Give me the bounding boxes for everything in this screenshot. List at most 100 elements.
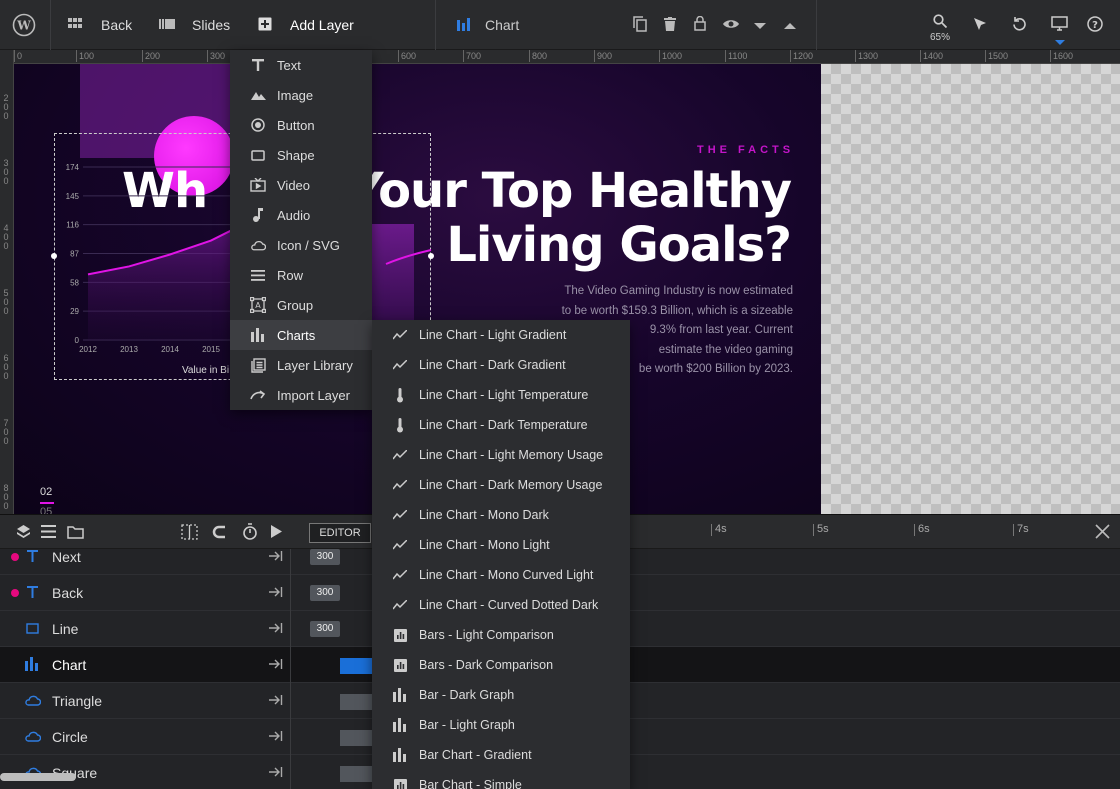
layers-icon[interactable] <box>16 524 31 544</box>
chart-template-item[interactable]: Line Chart - Curved Dotted Dark <box>372 590 630 620</box>
chart-template-item[interactable]: Line Chart - Dark Gradient <box>372 350 630 380</box>
collapse-arrow-icon[interactable] <box>268 611 283 647</box>
chart-template-label: Line Chart - Dark Gradient <box>419 358 566 372</box>
collapse-arrow-icon[interactable] <box>268 719 283 755</box>
chart-template-item[interactable]: Bars - Dark Comparison <box>372 650 630 680</box>
timeline-tick: 6s <box>914 524 930 536</box>
add-layer-button[interactable]: Add Layer <box>258 0 354 50</box>
help-button[interactable]: ? <box>1087 0 1103 50</box>
layer-name: Square <box>52 755 97 789</box>
resize-handle-right[interactable] <box>428 253 434 259</box>
add-layer-item-layer-library[interactable]: Layer Library <box>230 350 372 380</box>
start-time-badge[interactable]: 300 <box>310 621 340 637</box>
add-layer-item-group[interactable]: A Group <box>230 290 372 320</box>
svg-text:W: W <box>16 19 31 33</box>
timeline-clip[interactable] <box>340 766 374 782</box>
collapse-arrow-icon[interactable] <box>268 683 283 719</box>
ruler-tick: 3 0 0 <box>3 158 9 186</box>
slides-button[interactable]: Slides <box>159 0 230 50</box>
timer-icon[interactable] <box>242 523 258 545</box>
magnet-icon[interactable] <box>212 524 228 545</box>
chart-template-item[interactable]: Bars - Light Comparison <box>372 620 630 650</box>
add-layer-item-import-layer[interactable]: Import Layer <box>230 380 372 410</box>
chart-template-item[interactable]: Line Chart - Mono Dark <box>372 500 630 530</box>
facts-label[interactable]: THE FACTS <box>697 144 794 156</box>
charts-submenu: Line Chart - Light Gradient Line Chart - … <box>372 320 630 789</box>
chart-template-item[interactable]: Line Chart - Dark Temperature <box>372 410 630 440</box>
zoom-control[interactable]: 65% <box>926 14 954 43</box>
chart-template-item[interactable]: Line Chart - Dark Memory Usage <box>372 470 630 500</box>
y-tick-label: 58 <box>70 278 79 287</box>
resize-handle-left[interactable] <box>51 253 57 259</box>
bar-chart-icon <box>392 748 408 762</box>
chart-template-item[interactable]: Line Chart - Mono Curved Light <box>372 560 630 590</box>
chart-template-item[interactable]: Line Chart - Light Memory Usage <box>372 440 630 470</box>
chart-template-label: Bars - Light Comparison <box>419 628 554 642</box>
chart-template-item[interactable]: Bar - Dark Graph <box>372 680 630 710</box>
timeline-clip[interactable] <box>340 730 374 746</box>
chart-template-item[interactable]: Bar Chart - Gradient <box>372 740 630 770</box>
add-layer-item-shape[interactable]: Shape <box>230 140 372 170</box>
add-layer-item-icon-svg[interactable]: Icon / SVG <box>230 230 372 260</box>
ruler-tick: 1100 <box>725 50 747 62</box>
editor-button[interactable]: EDITOR <box>309 523 371 543</box>
ruler-tick: 1600 <box>1050 50 1073 62</box>
collapse-arrow-icon[interactable] <box>268 755 283 789</box>
lock-button[interactable] <box>694 0 706 50</box>
bar-chart-icon <box>392 688 408 702</box>
timeline-tick: 5s <box>813 524 829 536</box>
ruler-tick: 1200 <box>790 50 813 62</box>
video-icon <box>250 177 266 193</box>
shape-icon <box>250 147 266 163</box>
add-layer-item-text[interactable]: Text <box>230 50 372 80</box>
cloud-icon <box>250 237 266 253</box>
horizontal-scrollbar[interactable] <box>0 773 76 781</box>
y-tick-label: 145 <box>66 192 80 201</box>
add-layer-item-video[interactable]: Video <box>230 170 372 200</box>
slide-number[interactable]: 02 05 <box>40 486 54 514</box>
undo-button[interactable] <box>1012 0 1027 50</box>
start-time-badge[interactable]: 300 <box>310 549 340 565</box>
play-icon[interactable] <box>271 525 282 543</box>
zoom-icon <box>933 14 948 29</box>
chart-template-item[interactable]: Bar Chart - Simple <box>372 770 630 789</box>
text-icon <box>24 549 40 565</box>
bar-chart-box-icon <box>392 778 408 789</box>
move-down-button[interactable] <box>754 0 766 50</box>
collapse-arrow-icon[interactable] <box>268 549 283 575</box>
folder-icon[interactable] <box>67 525 84 544</box>
collapse-arrow-icon[interactable] <box>268 647 283 683</box>
ruler-tick: 1400 <box>920 50 943 62</box>
back-label: Back <box>101 17 133 33</box>
chart-template-item[interactable]: Bar - Light Graph <box>372 710 630 740</box>
duplicate-button[interactable] <box>633 0 647 50</box>
add-layer-item-image[interactable]: Image <box>230 80 372 110</box>
add-layer-item-charts[interactable]: Charts <box>230 320 372 350</box>
list-icon[interactable] <box>41 525 56 543</box>
horizontal-ruler: 0 100 200 300 600 700 800 900 1000 1100 1200 1300 14… <box>14 50 1120 64</box>
timeline-clip[interactable] <box>340 694 374 710</box>
back-button[interactable]: Back <box>68 0 132 50</box>
start-time-badge[interactable]: 300 <box>310 585 340 601</box>
chart-template-item[interactable]: Line Chart - Mono Light <box>372 530 630 560</box>
top-toolbar: W Back Slides Add Layer Chart 65% ? <box>0 0 1120 50</box>
visibility-button[interactable] <box>722 0 740 50</box>
add-layer-item-row[interactable]: Row <box>230 260 372 290</box>
wordpress-logo-icon[interactable]: W <box>12 0 36 50</box>
add-layer-item-audio[interactable]: Audio <box>230 200 372 230</box>
chart-template-item[interactable]: Line Chart - Light Temperature <box>372 380 630 410</box>
add-layer-item-label: Layer Library <box>277 357 353 373</box>
move-up-button[interactable] <box>784 0 796 50</box>
collapse-arrow-icon[interactable] <box>268 575 283 611</box>
snap-icon[interactable] <box>181 524 198 545</box>
chart-template-item[interactable]: Line Chart - Light Gradient <box>372 320 630 350</box>
delete-button[interactable] <box>664 0 676 50</box>
monitor-icon <box>1051 16 1068 34</box>
timeline-clip[interactable] <box>340 658 374 674</box>
add-layer-item-label: Text <box>277 57 301 73</box>
text-icon <box>250 57 266 73</box>
select-tool-button[interactable] <box>973 0 987 50</box>
add-layer-item-button[interactable]: Button <box>230 110 372 140</box>
ruler-tick: 300 <box>207 50 225 62</box>
close-icon[interactable] <box>1095 524 1110 544</box>
